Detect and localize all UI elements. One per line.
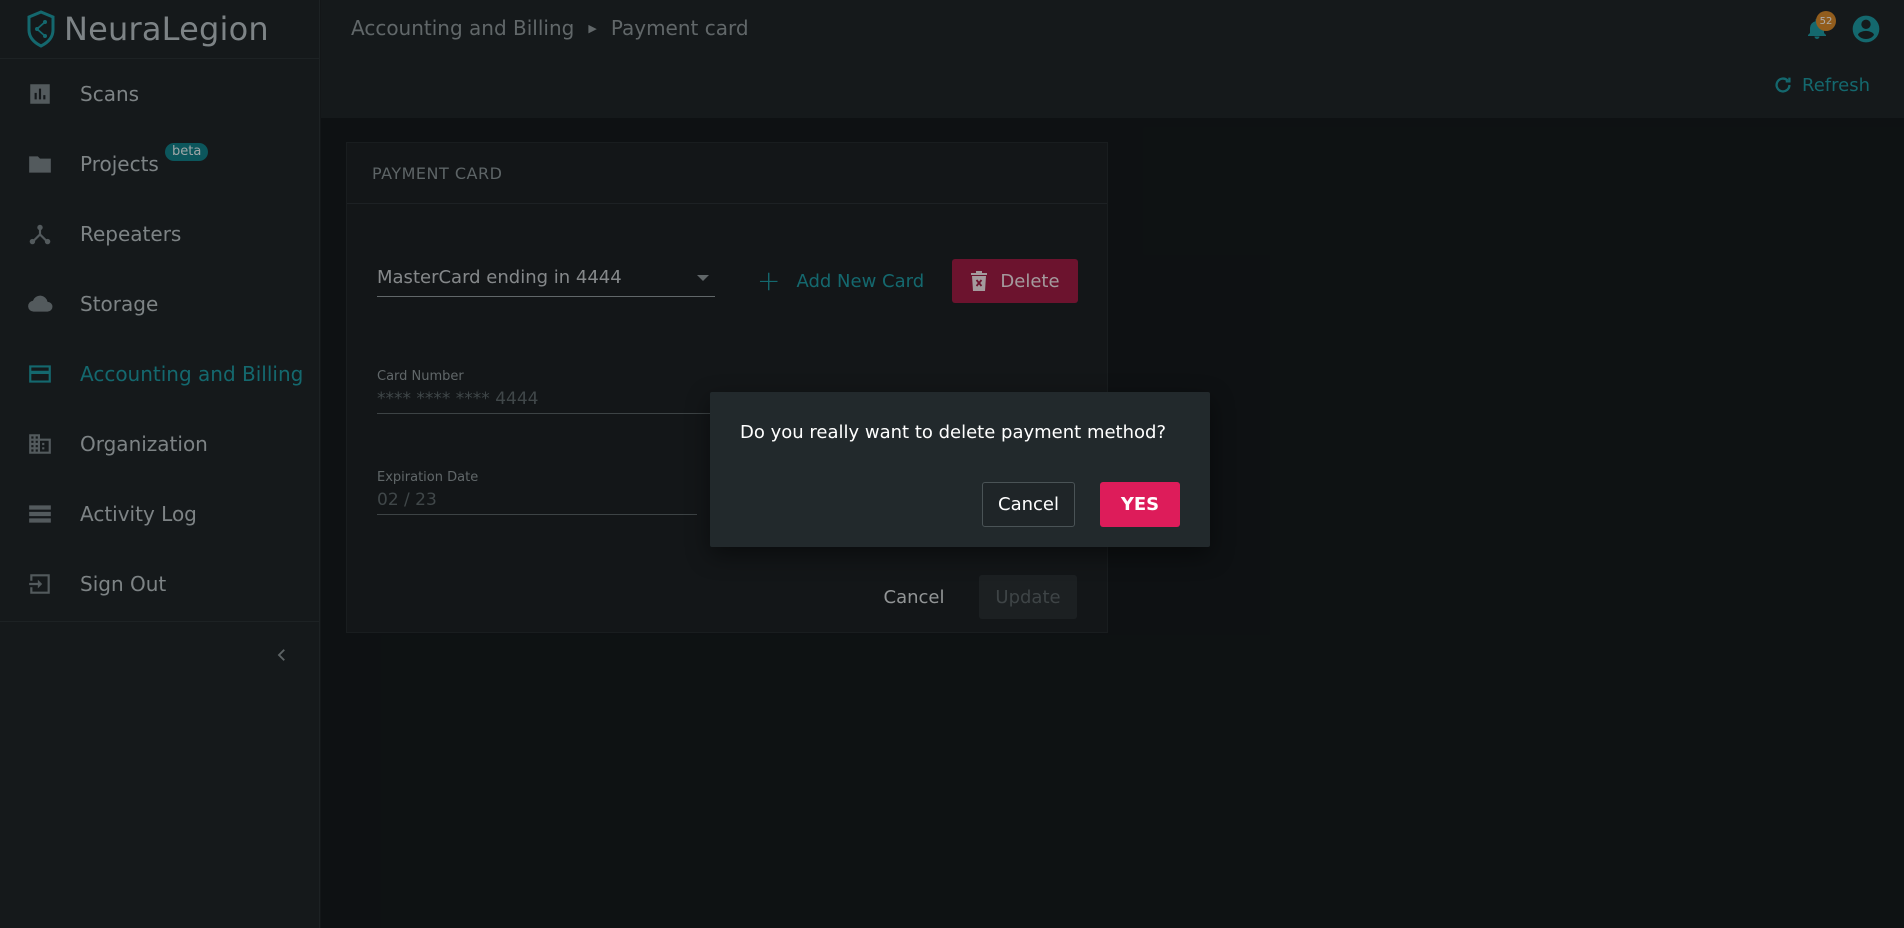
dialog-message: Do you really want to delete payment met… <box>740 422 1167 443</box>
dialog-cancel-button[interactable]: Cancel <box>982 482 1075 527</box>
confirm-delete-dialog: Do you really want to delete payment met… <box>710 392 1210 547</box>
dialog-confirm-button[interactable]: YES <box>1100 482 1180 527</box>
